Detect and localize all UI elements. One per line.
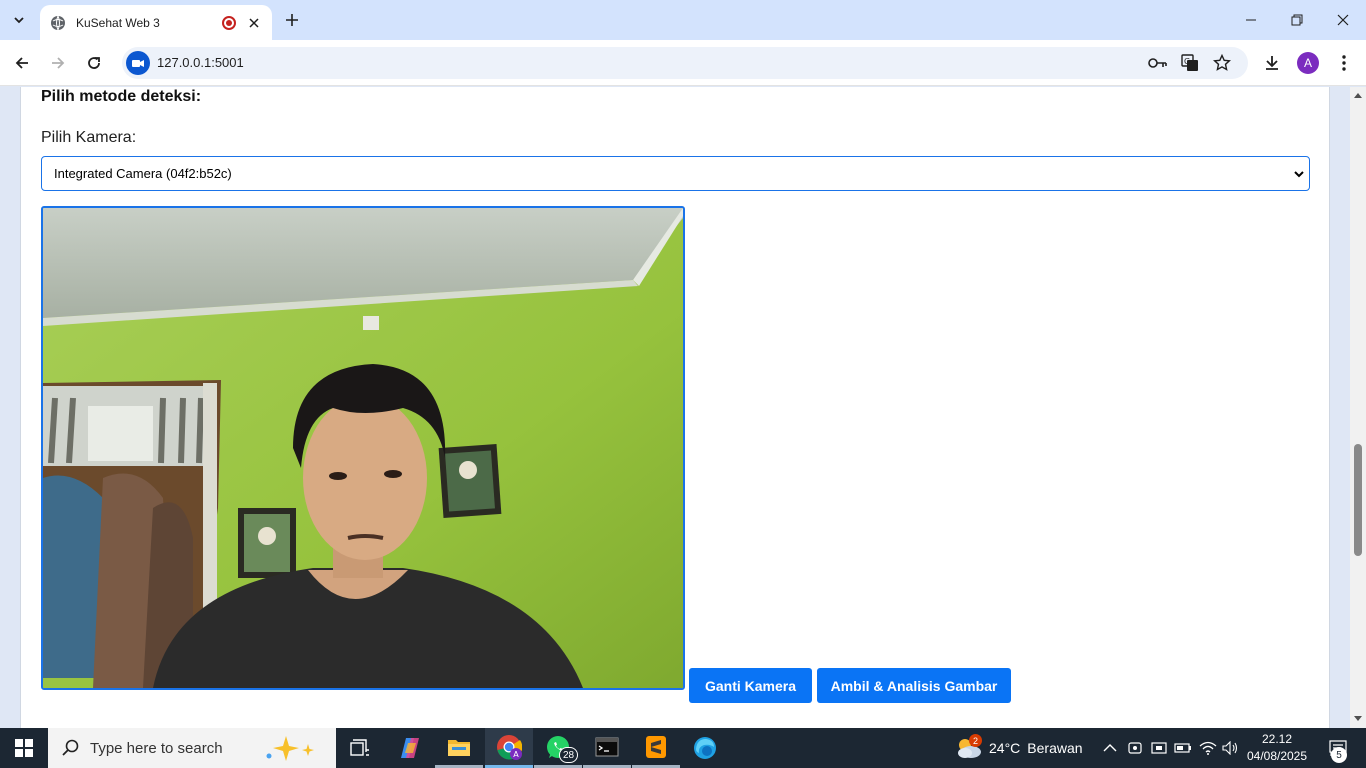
camera-tray-icon[interactable] (1147, 728, 1171, 768)
copilot-app[interactable] (386, 728, 434, 768)
weather-widget[interactable]: 2 24°C Berawan (955, 728, 1083, 768)
close-icon (1337, 14, 1349, 26)
battery-icon[interactable] (1171, 728, 1195, 768)
scroll-down-icon[interactable] (1353, 714, 1363, 724)
kebab-menu-icon (1342, 55, 1346, 71)
new-tab-button[interactable] (280, 8, 304, 32)
svg-text:G: G (1184, 57, 1190, 66)
arrow-left-icon (15, 57, 28, 69)
weather-text: Berawan (1027, 740, 1083, 756)
terminal-app[interactable] (583, 728, 631, 768)
system-clock[interactable]: 22.12 04/08/2025 (1244, 731, 1310, 765)
recording-icon (222, 15, 236, 30)
edge-icon (694, 737, 716, 759)
tab-strip: KuSehat Web 3 (0, 0, 1366, 40)
task-view-button[interactable] (336, 728, 384, 768)
bookmark-star-icon[interactable] (1212, 53, 1232, 73)
page-scrollbar[interactable] (1350, 87, 1366, 728)
translate-icon[interactable]: G (1180, 53, 1200, 73)
chevron-up-icon (1103, 744, 1117, 752)
search-icon (62, 739, 79, 756)
restore-button[interactable] (1274, 0, 1320, 40)
temperature: 24°C (989, 740, 1021, 756)
windows-taskbar: Type here to search A 28 2 24°C Berawan (0, 728, 1366, 768)
close-tab-icon[interactable] (246, 15, 262, 31)
browser-tab[interactable]: KuSehat Web 3 (40, 5, 272, 40)
search-placeholder: Type here to search (90, 739, 223, 757)
file-explorer-app[interactable] (435, 728, 483, 768)
weather-alert-badge: 2 (969, 734, 982, 747)
page-viewport: Pilih metode deteksi: Pilih Kamera: Inte… (0, 87, 1366, 728)
globe-icon (51, 15, 65, 30)
downloads-button[interactable] (1258, 49, 1286, 77)
camera-select[interactable]: Integrated Camera (04f2:b52c) (41, 156, 1310, 191)
whatsapp-app[interactable]: 28 (534, 728, 582, 768)
notification-count: 5 (1331, 747, 1347, 763)
start-button[interactable] (0, 728, 48, 768)
switch-camera-button[interactable]: Ganti Kamera (689, 668, 812, 703)
wifi-icon[interactable] (1196, 728, 1220, 768)
sublime-icon (646, 735, 666, 758)
chevron-down-icon (14, 17, 24, 24)
weather-cloud-icon: 2 (955, 734, 983, 760)
camera-label: Pilih Kamera: (41, 129, 137, 146)
download-icon (1266, 56, 1278, 70)
forward-button[interactable] (44, 49, 72, 77)
minimize-button[interactable] (1228, 0, 1274, 40)
camera-preview (41, 206, 685, 690)
scrollbar-thumb[interactable] (1354, 444, 1362, 556)
webcam-frame (43, 208, 683, 688)
copilot-icon (401, 738, 419, 758)
arrow-right-icon (52, 57, 65, 69)
chrome-app[interactable]: A (485, 728, 533, 768)
plus-icon (286, 14, 298, 26)
reload-icon (88, 57, 100, 69)
whatsapp-badge: 28 (559, 747, 579, 763)
profile-avatar[interactable]: A (1297, 52, 1319, 74)
address-bar[interactable]: 127.0.0.1:5001 G (122, 47, 1248, 79)
password-key-icon[interactable] (1148, 53, 1168, 73)
windows-logo-icon (15, 739, 33, 757)
show-hidden-icons-button[interactable] (1098, 728, 1122, 768)
camera-in-use-icon[interactable] (126, 51, 150, 75)
copilot-sparkle-icon (266, 736, 314, 761)
camera-select-value: Integrated Camera (04f2:b52c) (54, 166, 232, 181)
chevron-down-icon (1294, 171, 1304, 178)
folder-icon (448, 739, 470, 756)
url-text: 127.0.0.1:5001 (157, 55, 244, 70)
clock-time: 22.12 (1261, 732, 1293, 746)
edge-app[interactable] (681, 728, 729, 768)
reload-button[interactable] (80, 49, 108, 77)
back-button[interactable] (8, 49, 36, 77)
task-view-icon (350, 739, 369, 756)
minimize-icon (1246, 19, 1256, 21)
taskbar-search[interactable]: Type here to search (48, 728, 336, 768)
menu-button[interactable] (1330, 49, 1358, 77)
tab-title: KuSehat Web 3 (76, 15, 160, 30)
close-window-button[interactable] (1320, 0, 1366, 40)
volume-icon[interactable] (1219, 728, 1243, 768)
clock-date: 04/08/2025 (1246, 749, 1308, 763)
restore-icon (1291, 14, 1303, 26)
capture-analyze-button[interactable]: Ambil & Analisis Gambar (817, 668, 1011, 703)
meet-now-icon[interactable] (1123, 728, 1147, 768)
browser-toolbar: 127.0.0.1:5001 G A (0, 40, 1366, 86)
svg-text:A: A (513, 750, 519, 759)
chrome-icon: A (497, 734, 522, 760)
scroll-up-icon[interactable] (1353, 90, 1363, 100)
detection-method-heading: Pilih metode deteksi: (41, 88, 202, 105)
sublime-text-app[interactable] (632, 728, 680, 768)
terminal-icon (595, 737, 619, 756)
tab-search-button[interactable] (6, 8, 32, 32)
